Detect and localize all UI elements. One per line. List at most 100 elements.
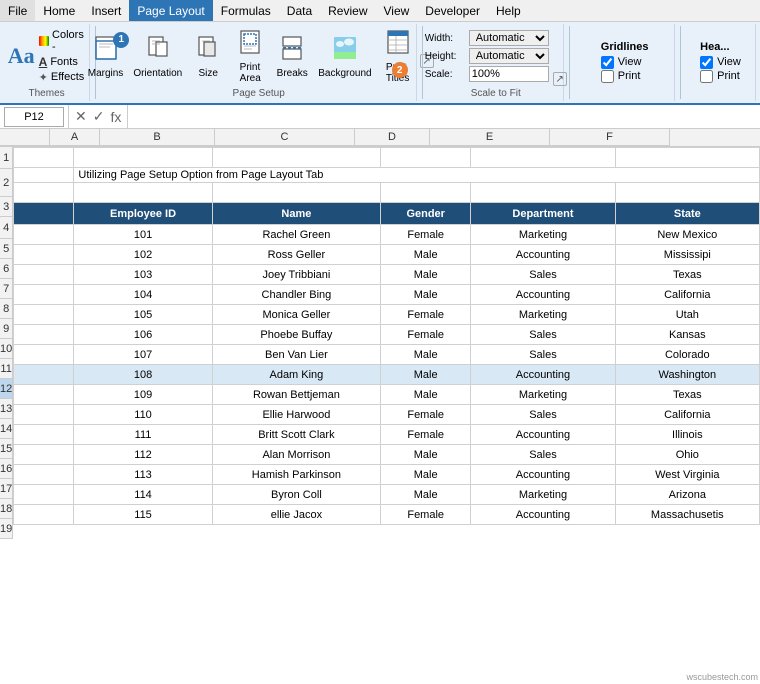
menu-help[interactable]: Help [488,0,529,21]
name-box[interactable] [4,107,64,127]
row-num-2[interactable]: 2 [0,169,13,197]
table-row[interactable]: 112Alan MorrisonMaleSalesOhio [14,445,760,465]
row-num-15[interactable]: 15 [0,439,13,459]
menu-insert[interactable]: Insert [83,0,129,21]
row-num-5[interactable]: 5 [0,239,13,259]
menu-formulas[interactable]: Formulas [213,0,279,21]
col-header-state: State [615,203,759,225]
headings-header: Hea... [700,41,741,53]
scale-dialog-launcher[interactable]: ↗ [553,72,567,86]
separator-3 [569,26,570,99]
effects-button[interactable]: ✦ Effects [39,70,86,85]
table-row[interactable]: 101Rachel GreenFemaleMarketingNew Mexico [14,225,760,245]
colors-button[interactable]: Colors - [39,28,86,54]
fonts-label: Fonts [50,56,78,68]
background-button[interactable]: Background [314,32,375,81]
table-row[interactable]: 105Monica GellerFemaleMarketingUtah [14,305,760,325]
table-row[interactable]: 113Hamish ParkinsonMaleAccountingWest Vi… [14,465,760,485]
table-row-selected[interactable]: 108Adam KingMaleAccountingWashington [14,365,760,385]
gridlines-print-checkbox[interactable] [601,70,614,83]
spreadsheet-title: Utilizing Page Setup Option from Page La… [74,168,760,183]
row-num-1[interactable]: 1 [0,147,13,169]
row-num-4[interactable]: 4 [0,217,13,239]
row-num-12[interactable]: 12 [0,379,13,399]
table-row[interactable]: 103Joey TribbianiMaleSalesTexas [14,265,760,285]
menu-developer[interactable]: Developer [417,0,488,21]
row-num-8[interactable]: 8 [0,299,13,319]
col-header-a[interactable]: A [50,129,100,146]
col-header-b[interactable]: B [100,129,215,146]
row-num-11[interactable]: 11 [0,359,13,379]
width-label: Width: [425,33,465,44]
print-area-icon [236,28,264,60]
scale-input[interactable] [469,66,549,82]
headings-print-checkbox[interactable] [700,70,713,83]
height-select[interactable]: Automatic 1 page 2 pages [469,48,549,64]
table-row[interactable]: 115ellie JacoxFemaleAccountingMassachuse… [14,505,760,525]
table-row[interactable]: 106Phoebe BuffayFemaleSalesKansas [14,325,760,345]
col-header-employee-id: Employee ID [74,203,212,225]
orientation-button[interactable]: Orientation [129,32,186,81]
gridlines-header: Gridlines [601,41,649,53]
margins-button[interactable]: 1 Margins [84,32,128,81]
headings-view-checkbox[interactable] [700,56,713,69]
size-button[interactable]: Size [188,32,228,81]
effects-label: Effects [51,71,84,83]
fonts-button[interactable]: A Fonts [39,54,86,70]
row-num-19[interactable]: 19 [0,519,13,539]
table-row[interactable] [14,183,760,203]
menu-home[interactable]: Home [35,0,83,21]
table-row[interactable]: 114Byron CollMaleMarketingArizona [14,485,760,505]
row-num-6[interactable]: 6 [0,259,13,279]
table-row[interactable] [14,148,760,168]
height-label: Height: [425,51,465,62]
col-header-c[interactable]: C [215,129,355,146]
themes-group-label: Themes [29,88,65,99]
confirm-formula-icon[interactable]: ✓ [93,108,105,125]
row-num-7[interactable]: 7 [0,279,13,299]
row-num-10[interactable]: 10 [0,339,13,359]
print-area-button[interactable]: PrintArea [230,26,270,86]
row-num-17[interactable]: 17 [0,479,13,499]
col-header-e[interactable]: E [430,129,550,146]
width-select[interactable]: Automatic 1 page 2 pages [469,30,549,46]
row-num-9[interactable]: 9 [0,319,13,339]
formula-input[interactable] [128,110,760,124]
row-num-16[interactable]: 16 [0,459,13,479]
insert-function-icon[interactable]: fx [110,109,121,125]
col-header-f[interactable]: F [550,129,670,146]
orientation-label: Orientation [133,68,182,79]
orientation-icon [144,34,172,66]
col-header-department: Department [471,203,615,225]
table-header-row[interactable]: Employee ID Name Gender Department State [14,203,760,225]
data-table: Utilizing Page Setup Option from Page La… [13,147,760,525]
badge-2: 2 [392,62,408,78]
row-num-18[interactable]: 18 [0,499,13,519]
table-row[interactable]: 110Ellie HarwoodFemaleSalesCalifornia [14,405,760,425]
background-icon [331,34,359,66]
size-icon [194,34,222,66]
menu-view[interactable]: View [376,0,418,21]
cancel-formula-icon[interactable]: ✕ [75,108,87,125]
gridlines-view-checkbox[interactable] [601,56,614,69]
scale-group-label: Scale to Fit [471,88,521,99]
row-col-corner [0,129,50,146]
menu-file[interactable]: File [0,0,35,21]
size-label: Size [199,68,218,79]
table-row[interactable]: 104Chandler BingMaleAccountingCalifornia [14,285,760,305]
table-row[interactable]: 107Ben Van LierMaleSalesColorado [14,345,760,365]
breaks-button[interactable]: Breaks [272,32,312,81]
print-titles-button[interactable]: PrintTitles 2 [378,26,418,86]
table-row[interactable]: Utilizing Page Setup Option from Page La… [14,168,760,183]
row-num-13[interactable]: 13 [0,399,13,419]
menu-review[interactable]: Review [320,0,375,21]
menu-data[interactable]: Data [279,0,320,21]
table-row[interactable]: 102Ross GellerMaleAccountingMississipi [14,245,760,265]
menu-page-layout[interactable]: Page Layout [129,0,212,21]
row-num-3[interactable]: 3 [0,197,13,217]
col-header-d[interactable]: D [355,129,430,146]
formula-bar: ✕ ✓ fx [0,105,760,129]
table-row[interactable]: 109Rowan BettjemanMaleMarketingTexas [14,385,760,405]
row-num-14[interactable]: 14 [0,419,13,439]
table-row[interactable]: 111Britt Scott ClarkFemaleAccountingIlli… [14,425,760,445]
